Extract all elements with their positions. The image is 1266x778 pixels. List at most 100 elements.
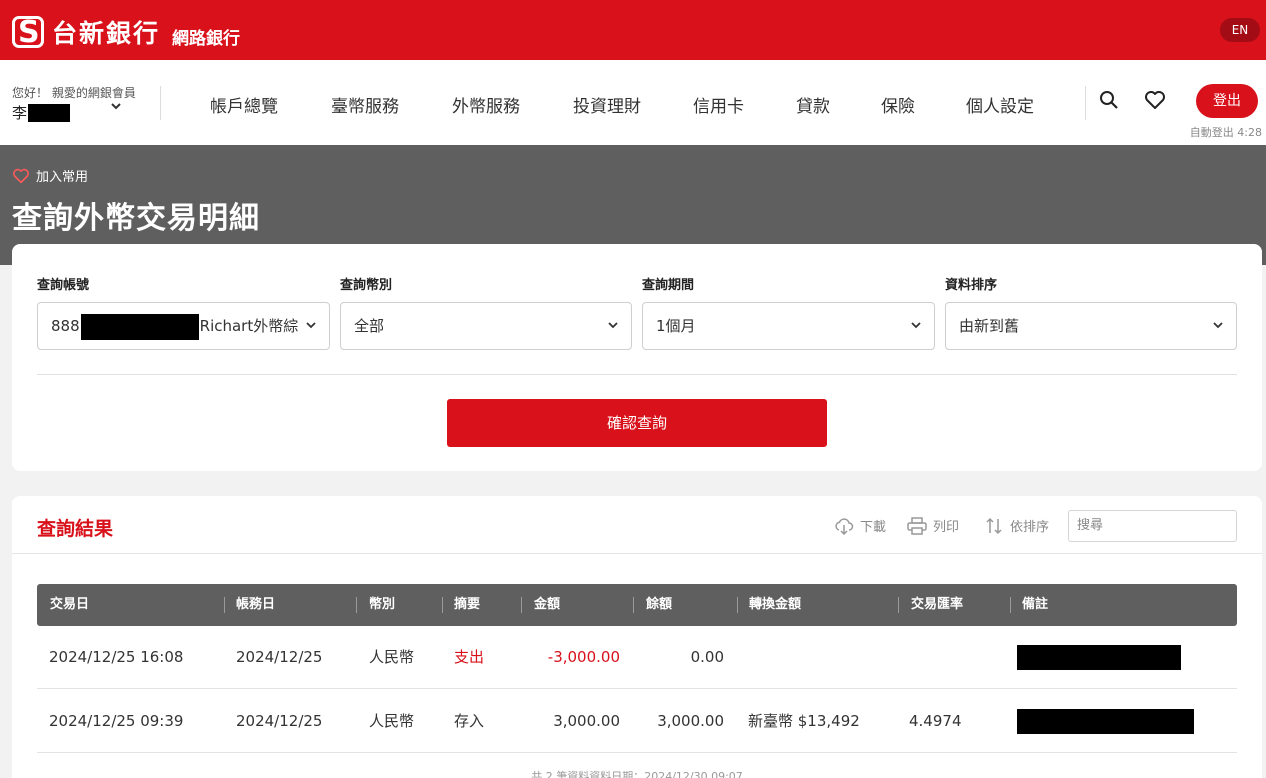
- account-label: 查詢帳號: [37, 278, 90, 293]
- divider: [12, 553, 1262, 554]
- chevron-down-icon[interactable]: [110, 100, 122, 116]
- col-converted[interactable]: 轉換金額: [749, 584, 801, 626]
- heart-icon: [13, 168, 29, 183]
- cell-book-date: 2024/12/25: [236, 648, 323, 666]
- account-select[interactable]: 888 Richart外幣綜: [37, 302, 330, 350]
- brand-name: 台新銀行: [52, 19, 161, 48]
- sort-label: 資料排序: [945, 278, 998, 293]
- currency-label: 查詢幣別: [340, 278, 393, 293]
- divider: [37, 374, 1237, 375]
- redacted-account: [80, 313, 199, 340]
- column-separator: [633, 597, 634, 613]
- user-name-prefix: 李: [12, 104, 28, 122]
- nav-item-account-overview[interactable]: 帳戶總覽: [210, 92, 278, 117]
- cell-summary: 存入: [454, 712, 485, 730]
- language-button[interactable]: EN: [1220, 18, 1260, 42]
- account-prefix: 888: [51, 317, 80, 335]
- col-summary[interactable]: 摘要: [454, 584, 480, 626]
- greeting-text: 您好！ 親愛的網銀會員: [12, 86, 136, 100]
- nav-divider: [160, 86, 161, 120]
- user-name[interactable]: 李: [12, 102, 71, 123]
- query-form: 查詢帳號 888 Richart外幣綜 查詢幣別 全部 查詢期間 1個月 資料排序…: [12, 244, 1262, 471]
- cell-currency: 人民幣: [369, 648, 415, 666]
- cell-converted: 新臺幣 $13,492: [748, 712, 860, 730]
- redacted-note: [1017, 709, 1194, 734]
- cell-amount: -3,000.00: [547, 648, 620, 666]
- cell-book-date: 2024/12/25: [236, 712, 323, 730]
- chevron-down-icon: [305, 303, 317, 349]
- column-separator: [521, 597, 522, 613]
- cell-trade-date: 2024/12/25 16:08: [49, 648, 184, 666]
- column-separator: [442, 597, 443, 613]
- sort-button[interactable]: 依排序: [984, 516, 1049, 535]
- page-title: 查詢外幣交易明細: [12, 201, 260, 236]
- period-label: 查詢期間: [642, 278, 695, 293]
- period-value: 1個月: [656, 317, 696, 335]
- search-icon[interactable]: [1099, 90, 1123, 114]
- download-button[interactable]: 下載: [834, 516, 886, 535]
- redacted-name: [28, 103, 71, 122]
- column-separator: [898, 597, 899, 613]
- col-currency[interactable]: 幣別: [369, 584, 395, 626]
- printer-icon: [907, 516, 927, 535]
- table-row[interactable]: 2024/12/25 16:08 2024/12/25 人民幣 支出 -3,00…: [37, 626, 1237, 689]
- chevron-down-icon: [910, 303, 922, 349]
- table-header: 交易日 帳務日 幣別 摘要 金額 餘額 轉換金額 交易匯率 備註: [37, 584, 1237, 626]
- nav-item-insurance[interactable]: 保險: [881, 92, 915, 117]
- column-separator: [356, 597, 357, 613]
- cell-summary: 支出: [454, 648, 485, 666]
- redacted-note: [1017, 645, 1181, 670]
- nav-bar: 您好！ 親愛的網銀會員 李 帳戶總覽 臺幣服務 外幣服務 投資理財 信用卡 貸款…: [0, 60, 1266, 145]
- sort-value: 由新到舊: [959, 317, 1020, 335]
- cell-currency: 人民幣: [369, 712, 415, 730]
- nav-divider: [1085, 86, 1086, 120]
- table-row[interactable]: 2024/12/25 09:39 2024/12/25 人民幣 存入 3,000…: [37, 690, 1237, 753]
- col-note[interactable]: 備註: [1022, 584, 1048, 626]
- confirm-query-button[interactable]: 確認查詢: [447, 399, 827, 447]
- top-bar: S 台新銀行 網路銀行 EN: [0, 0, 1266, 60]
- cell-amount: 3,000.00: [553, 712, 620, 730]
- col-rate[interactable]: 交易匯率: [911, 584, 963, 626]
- sort-icon: [986, 517, 1002, 534]
- logo-icon: S: [12, 15, 44, 50]
- nav-item-credit-card[interactable]: 信用卡: [693, 92, 744, 117]
- currency-value: 全部: [354, 317, 385, 335]
- download-label: 下載: [860, 520, 887, 535]
- cloud-download-icon: [835, 517, 854, 535]
- column-separator: [224, 597, 225, 613]
- nav-item-loan[interactable]: 貸款: [796, 92, 830, 117]
- results-panel: 查詢結果 下載 列印 依排序 搜尋 交易日 帳務日 幣別 摘要 金額 餘額 轉換…: [12, 496, 1262, 778]
- period-select[interactable]: 1個月: [642, 302, 935, 350]
- results-footer: 共 2 筆資料資料日期：2024/12/30 09:07: [531, 770, 743, 778]
- nav-item-twd-services[interactable]: 臺幣服務: [331, 92, 399, 117]
- auto-logout-timer: 自動登出 4:28: [1189, 126, 1262, 139]
- print-label: 列印: [933, 520, 960, 535]
- col-trade-date[interactable]: 交易日: [50, 584, 89, 626]
- heart-icon[interactable]: [1144, 90, 1168, 114]
- logout-button[interactable]: 登出: [1196, 84, 1258, 118]
- cell-balance: 3,000.00: [657, 712, 724, 730]
- add-favorite-button[interactable]: 加入常用: [12, 166, 88, 185]
- nav-item-foreign-currency[interactable]: 外幣服務: [452, 92, 520, 117]
- col-book-date[interactable]: 帳務日: [236, 584, 275, 626]
- sort-select[interactable]: 由新到舊: [945, 302, 1237, 350]
- results-title: 查詢結果: [37, 518, 114, 540]
- account-suffix: Richart外幣綜: [199, 317, 299, 335]
- chevron-down-icon: [607, 303, 619, 349]
- cell-balance: 0.00: [690, 648, 724, 666]
- cell-trade-date: 2024/12/25 09:39: [49, 712, 184, 730]
- print-button[interactable]: 列印: [907, 516, 959, 535]
- nav-item-investment[interactable]: 投資理財: [573, 92, 641, 117]
- col-balance[interactable]: 餘額: [646, 584, 672, 626]
- currency-select[interactable]: 全部: [340, 302, 632, 350]
- nav-item-settings[interactable]: 個人設定: [966, 92, 1034, 117]
- column-separator: [1010, 597, 1011, 613]
- add-favorite-label: 加入常用: [36, 170, 89, 185]
- search-input[interactable]: 搜尋: [1068, 510, 1237, 542]
- bank-logo[interactable]: S 台新銀行 網路銀行: [12, 14, 240, 50]
- chevron-down-icon: [1212, 303, 1224, 349]
- col-amount[interactable]: 金額: [534, 584, 560, 626]
- sort-label: 依排序: [1010, 520, 1050, 535]
- column-separator: [737, 597, 738, 613]
- cell-rate: 4.4974: [909, 712, 962, 730]
